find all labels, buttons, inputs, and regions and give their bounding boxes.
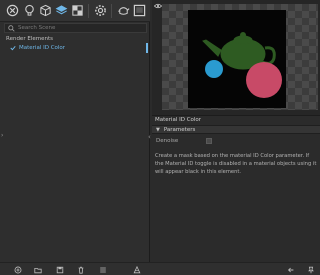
list-icon[interactable] <box>98 265 107 274</box>
object-cube-icon[interactable] <box>38 3 53 18</box>
denoise-row: Denoise <box>152 136 320 146</box>
add-element-icon[interactable] <box>13 265 22 274</box>
expand-left-arrow-icon[interactable]: › <box>1 132 3 139</box>
save-icon[interactable] <box>55 265 64 274</box>
preview-area <box>152 0 320 116</box>
scene-panel: Render Elements Material ID Color › <box>0 0 150 275</box>
render-element-item[interactable]: Material ID Color <box>1 43 149 53</box>
cone-icon[interactable] <box>132 265 141 274</box>
element-enabled-icon[interactable] <box>10 45 16 51</box>
render-element-label: Material ID Color <box>19 45 66 51</box>
pin-icon[interactable] <box>306 265 315 274</box>
denoise-label: Denoise <box>156 138 179 144</box>
toolbar-separator <box>111 4 112 18</box>
preview-render-image <box>188 10 286 108</box>
teapot-icon[interactable] <box>116 3 131 18</box>
toolbar-separator <box>88 4 89 18</box>
scrollbar-thumb[interactable] <box>146 43 148 53</box>
parameters-label: Parameters <box>163 126 196 133</box>
collapse-caret-icon[interactable]: ▼ <box>156 127 160 133</box>
panel-collapse-arrow-icon[interactable]: ‹ <box>148 133 151 141</box>
arrow-left-icon[interactable] <box>286 265 295 274</box>
denoise-checkbox[interactable] <box>206 138 212 144</box>
light-bulb-icon[interactable] <box>22 3 37 18</box>
element-description: Create a mask based on the material ID C… <box>155 153 317 175</box>
settings-gear-icon[interactable] <box>93 3 108 18</box>
eye-icon[interactable] <box>154 3 162 9</box>
properties-panel: Material ID Color ▼ Parameters Denoise C… <box>152 0 320 262</box>
render-elements-label: Render Elements <box>6 36 53 42</box>
delete-icon[interactable] <box>76 265 85 274</box>
material-icon[interactable] <box>70 3 85 18</box>
layers-icon[interactable] <box>54 3 69 18</box>
render-setup-icon[interactable] <box>5 3 20 18</box>
bottom-toolbar <box>0 262 320 275</box>
parameters-group-header[interactable]: ▼ Parameters <box>152 125 320 134</box>
toolbar <box>0 0 150 22</box>
search-input[interactable] <box>18 24 138 32</box>
frame-window-icon[interactable] <box>132 3 147 18</box>
properties-title: Material ID Color <box>155 117 202 123</box>
search-field[interactable] <box>4 23 147 33</box>
search-icon <box>8 24 15 32</box>
open-folder-icon[interactable] <box>33 265 42 274</box>
